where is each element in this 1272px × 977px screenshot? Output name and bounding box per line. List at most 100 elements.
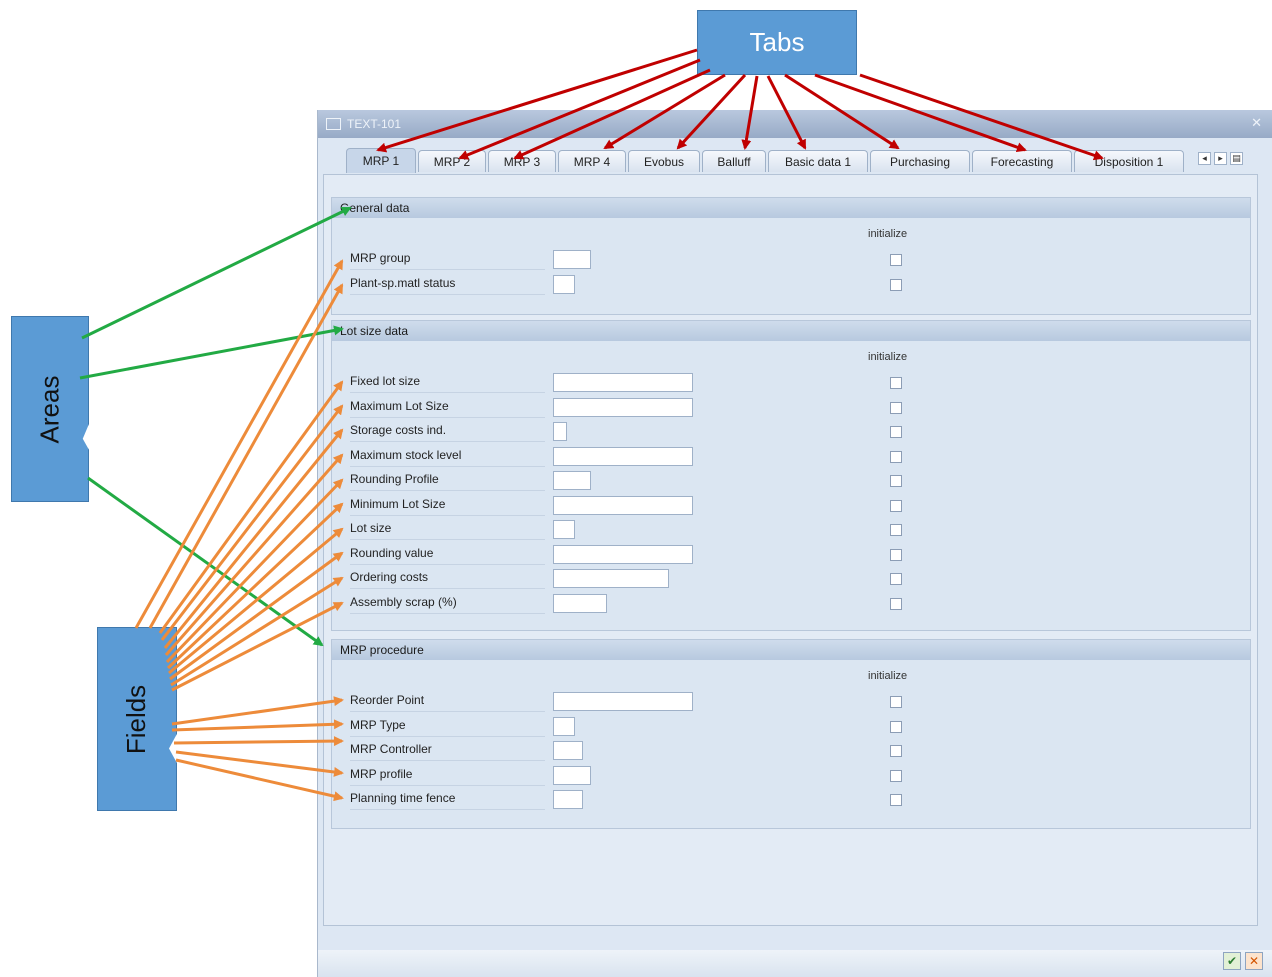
field-row: Storage costs ind. — [332, 420, 932, 442]
areas-callout: Areas — [11, 316, 89, 502]
initialize-header: initialize — [868, 228, 908, 240]
field-row: Rounding Profile — [332, 469, 932, 491]
cancel-icon[interactable]: ✕ — [1245, 952, 1263, 970]
initialize-header: initialize — [868, 351, 908, 363]
field-row: Assembly scrap (%) — [332, 592, 932, 614]
initialize-checkbox[interactable] — [890, 573, 902, 585]
field-row: MRP profile — [332, 764, 932, 786]
areas-callout-label: Areas — [34, 375, 65, 443]
plant-matl-status-input[interactable] — [553, 275, 575, 294]
field-row: Maximum stock level — [332, 445, 932, 467]
fields-callout-label: Fields — [121, 684, 152, 754]
tab-scroll-right-icon[interactable]: ▸ — [1214, 152, 1227, 165]
field-row: Maximum Lot Size — [332, 396, 932, 418]
initialize-checkbox[interactable] — [890, 426, 902, 438]
fields-callout: Fields — [97, 627, 177, 811]
initialize-checkbox[interactable] — [890, 475, 902, 487]
tab-mrp-4[interactable]: MRP 4 — [558, 150, 626, 172]
field-row: Reorder Point — [332, 690, 932, 712]
initialize-checkbox[interactable] — [890, 500, 902, 512]
field-label: Maximum stock level — [350, 448, 545, 467]
lot-size-input[interactable] — [553, 520, 575, 539]
tab-disposition-1[interactable]: Disposition 1 — [1074, 150, 1184, 172]
initialize-checkbox[interactable] — [890, 254, 902, 266]
tab-evobus[interactable]: Evobus — [628, 150, 700, 172]
field-label: Rounding value — [350, 546, 545, 565]
tab-mrp-1[interactable]: MRP 1 — [346, 148, 416, 173]
initialize-checkbox[interactable] — [890, 598, 902, 610]
field-label: Minimum Lot Size — [350, 497, 545, 516]
maximum-stock-level-input[interactable] — [553, 447, 693, 466]
area-title: Lot size data — [332, 321, 1250, 341]
field-row: Planning time fence — [332, 788, 932, 810]
tab-balluff[interactable]: Balluff — [702, 150, 766, 172]
sap-dialog-window: TEXT-101 ✕ MRP 1 MRP 2 MRP 3 MRP 4 Evobu… — [317, 110, 1272, 977]
area-title: MRP procedure — [332, 640, 1250, 660]
initialize-checkbox[interactable] — [890, 745, 902, 757]
tab-mrp-3[interactable]: MRP 3 — [488, 150, 556, 172]
mrp-profile-input[interactable] — [553, 766, 591, 785]
field-label: MRP group — [350, 251, 545, 270]
initialize-checkbox[interactable] — [890, 279, 902, 291]
tab-list-icon[interactable]: ▤ — [1230, 152, 1243, 165]
field-row: Lot size — [332, 518, 932, 540]
initialize-checkbox[interactable] — [890, 549, 902, 561]
initialize-checkbox[interactable] — [890, 770, 902, 782]
close-icon[interactable]: ✕ — [1251, 115, 1262, 131]
initialize-checkbox[interactable] — [890, 451, 902, 463]
initialize-checkbox[interactable] — [890, 794, 902, 806]
reorder-point-input[interactable] — [553, 692, 693, 711]
tab-basic-data-1[interactable]: Basic data 1 — [768, 150, 868, 172]
area-arrows — [79, 206, 352, 647]
mrp-group-input[interactable] — [553, 250, 591, 269]
field-label: Lot size — [350, 521, 545, 540]
field-label: Assembly scrap (%) — [350, 595, 545, 614]
tab-purchasing[interactable]: Purchasing — [870, 150, 970, 172]
confirm-icon[interactable]: ✔ — [1223, 952, 1241, 970]
ordering-costs-input[interactable] — [553, 569, 669, 588]
field-label: Reorder Point — [350, 693, 545, 712]
tabs-callout-label: Tabs — [749, 27, 805, 57]
assembly-scrap-input[interactable] — [553, 594, 607, 613]
planning-time-fence-input[interactable] — [553, 790, 583, 809]
maximum-lot-size-input[interactable] — [553, 398, 693, 417]
window-title: TEXT-101 — [347, 117, 402, 131]
field-row: Minimum Lot Size — [332, 494, 932, 516]
tabs-callout: Tabs — [697, 10, 857, 75]
area-title: General data — [332, 198, 1250, 218]
status-bar — [318, 950, 1272, 977]
storage-costs-input[interactable] — [553, 422, 567, 441]
area-mrp-procedure: MRP procedure initialize Reorder Point M… — [331, 639, 1251, 829]
field-row: Fixed lot size — [332, 371, 932, 393]
mrp-controller-input[interactable] — [553, 741, 583, 760]
field-row: Plant-sp.matl status — [332, 273, 932, 295]
rounding-value-input[interactable] — [553, 545, 693, 564]
field-label: Planning time fence — [350, 791, 545, 810]
field-label: Maximum Lot Size — [350, 399, 545, 418]
window-titlebar: TEXT-101 ✕ — [318, 110, 1272, 138]
field-row: Ordering costs — [332, 567, 932, 589]
field-row: MRP group — [332, 248, 932, 270]
mrp-type-input[interactable] — [553, 717, 575, 736]
fixed-lot-size-input[interactable] — [553, 373, 693, 392]
initialize-checkbox[interactable] — [890, 377, 902, 389]
window-icon — [326, 118, 341, 130]
tab-strip: MRP 1 MRP 2 MRP 3 MRP 4 Evobus Balluff B… — [340, 148, 1270, 174]
area-general-data: General data initialize MRP group Plant-… — [331, 197, 1251, 315]
field-label: Plant-sp.matl status — [350, 276, 545, 295]
field-label: Fixed lot size — [350, 374, 545, 393]
tab-scroll-left-icon[interactable]: ◂ — [1198, 152, 1211, 165]
initialize-checkbox[interactable] — [890, 524, 902, 536]
field-row: Rounding value — [332, 543, 932, 565]
rounding-profile-input[interactable] — [553, 471, 591, 490]
tab-forecasting[interactable]: Forecasting — [972, 150, 1072, 172]
initialize-checkbox[interactable] — [890, 696, 902, 708]
initialize-checkbox[interactable] — [890, 402, 902, 414]
field-label: MRP profile — [350, 767, 545, 786]
minimum-lot-size-input[interactable] — [553, 496, 693, 515]
field-label: MRP Type — [350, 718, 545, 737]
field-label: Storage costs ind. — [350, 423, 545, 442]
tab-mrp-2[interactable]: MRP 2 — [418, 150, 486, 172]
area-lot-size-data: Lot size data initialize Fixed lot size … — [331, 320, 1251, 631]
initialize-checkbox[interactable] — [890, 721, 902, 733]
